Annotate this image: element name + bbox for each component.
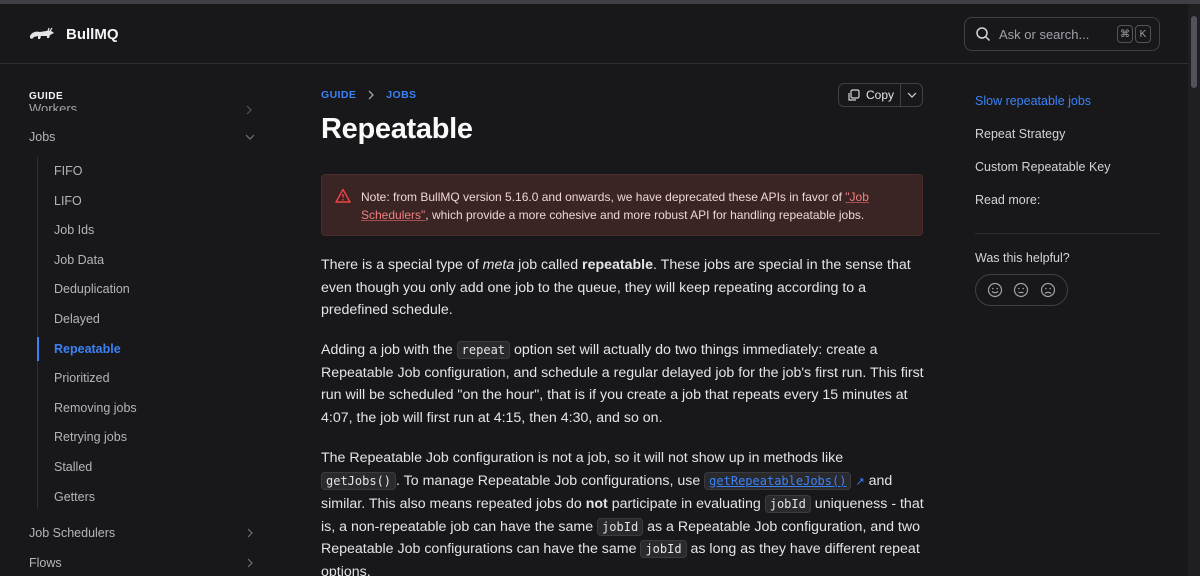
toc-item-custom-repeatable-key[interactable]: Custom Repeatable Key [975, 160, 1111, 174]
copy-button[interactable]: Copy [839, 84, 902, 106]
search-box[interactable]: Ask or search... ⌘ K [964, 17, 1160, 51]
toc-item-slow-repeatable-jobs[interactable]: Slow repeatable jobs [975, 94, 1091, 108]
paragraph-configuration: The Repeatable Job configuration is not … [321, 447, 925, 576]
chevron-right-icon [247, 558, 253, 568]
site-header: BullMQ Ask or search... ⌘ K [0, 4, 1188, 64]
sidebar-item-label: Job Schedulers [29, 526, 116, 540]
sidebar-item-job-ids[interactable]: Job Ids [54, 223, 94, 237]
sidebar-item-flows[interactable]: Flows [29, 556, 255, 570]
sidebar-item-stalled[interactable]: Stalled [54, 460, 92, 474]
sidebar-item-prioritized[interactable]: Prioritized [54, 371, 110, 385]
emphasis-meta: meta [482, 257, 515, 273]
copy-page-control: Copy [838, 83, 923, 107]
breadcrumb: GUIDE JOBS [321, 89, 416, 101]
sidebar-tree-line [37, 157, 38, 509]
text: . To manage Repeatable Job configuration… [396, 472, 705, 489]
toc-item-repeat-strategy[interactable]: Repeat Strategy [975, 127, 1065, 141]
search-placeholder: Ask or search... [999, 26, 1090, 42]
sidebar-item-label: Jobs [29, 130, 56, 144]
text: Adding a job with the [321, 342, 457, 358]
sidebar-item-getters[interactable]: Getters [54, 490, 95, 504]
sad-face-icon[interactable] [1040, 282, 1056, 298]
warning-text-part: , which provide a more cohesive and more… [425, 208, 865, 222]
strong-not: not [585, 496, 608, 512]
sidebar-item-fifo[interactable]: FIFO [54, 164, 82, 178]
sidebar-item-deduplication[interactable]: Deduplication [54, 282, 130, 296]
paragraph-intro: There is a special type of meta job call… [321, 254, 925, 322]
helpful-label: Was this helpful? [975, 251, 1070, 265]
text: There is a special type of [321, 257, 483, 273]
inline-code-jobid: jobId [764, 495, 811, 513]
inline-code-getjobs: getJobs() [321, 471, 397, 490]
shortcut-key-k: K [1135, 25, 1151, 43]
toc-item-read-more[interactable]: Read more: [975, 193, 1040, 207]
text: participate in evaluating [607, 496, 765, 512]
sidebar-section-guide: GUIDE [29, 91, 64, 102]
chevron-right-icon [368, 90, 375, 100]
happy-face-icon[interactable] [987, 282, 1003, 298]
logo[interactable]: BullMQ [28, 24, 119, 44]
feedback-buttons [975, 274, 1068, 306]
brand-name: BullMQ [66, 25, 119, 43]
inline-code-jobid: jobId [640, 540, 687, 558]
sidebar-active-indicator [37, 337, 39, 361]
getrepeatablejobs-link[interactable]: getRepeatableJobs() [704, 471, 852, 490]
strong-repeatable: repeatable [582, 257, 654, 273]
chevron-down-icon [907, 92, 916, 98]
chevron-down-icon [245, 134, 255, 140]
scrollbar-thumb[interactable] [1191, 16, 1197, 88]
paragraph-repeat-option: Adding a job with the repeat option set … [321, 339, 925, 429]
bull-logo-icon [30, 27, 54, 39]
sidebar-item-lifo[interactable]: LIFO [54, 194, 82, 208]
inline-code-jobid: jobId [597, 517, 644, 536]
text: The Repeatable Job configuration is not … [321, 450, 844, 466]
sidebar-item-job-data[interactable]: Job Data [54, 253, 104, 267]
inline-code-repeat: repeat [456, 341, 511, 359]
search-icon [976, 27, 991, 42]
shortcut-key-cmd: ⌘ [1117, 25, 1133, 43]
sidebar-item-workers[interactable]: Workers [29, 101, 77, 111]
divider [975, 233, 1160, 234]
external-link-icon: ↗ [855, 475, 865, 488]
chevron-right-icon[interactable] [244, 105, 254, 115]
chevron-right-icon [247, 528, 253, 538]
sidebar-item-retrying-jobs[interactable]: Retrying jobs [54, 430, 127, 444]
warning-triangle-icon [335, 188, 351, 203]
deprecation-warning: Note: from BullMQ version 5.16.0 and onw… [321, 174, 923, 236]
sidebar-item-delayed[interactable]: Delayed [54, 312, 100, 326]
copy-options-button[interactable] [901, 90, 922, 100]
text: job called [514, 257, 583, 273]
copy-label: Copy [866, 88, 895, 102]
sidebar-item-repeatable[interactable]: Repeatable [54, 342, 121, 356]
page-title: Repeatable [321, 113, 473, 145]
sidebar-item-removing-jobs[interactable]: Removing jobs [54, 401, 137, 415]
copy-icon [848, 88, 860, 101]
neutral-face-icon[interactable] [1013, 282, 1029, 298]
sidebar-item-job-schedulers[interactable]: Job Schedulers [29, 526, 255, 540]
sidebar-item-jobs[interactable]: Jobs [29, 130, 255, 144]
warning-text: Note: from BullMQ version 5.16.0 and onw… [361, 188, 911, 224]
page-scrollbar[interactable] [1188, 4, 1200, 576]
sidebar-item-label: Flows [29, 556, 62, 570]
breadcrumb-jobs[interactable]: JOBS [386, 89, 416, 101]
warning-text-part: Note: from BullMQ version 5.16.0 and onw… [361, 190, 846, 204]
sidebar: Workers GUIDE Jobs FIFO LIFO Job Ids Job… [0, 65, 270, 576]
breadcrumb-guide[interactable]: GUIDE [321, 89, 356, 101]
